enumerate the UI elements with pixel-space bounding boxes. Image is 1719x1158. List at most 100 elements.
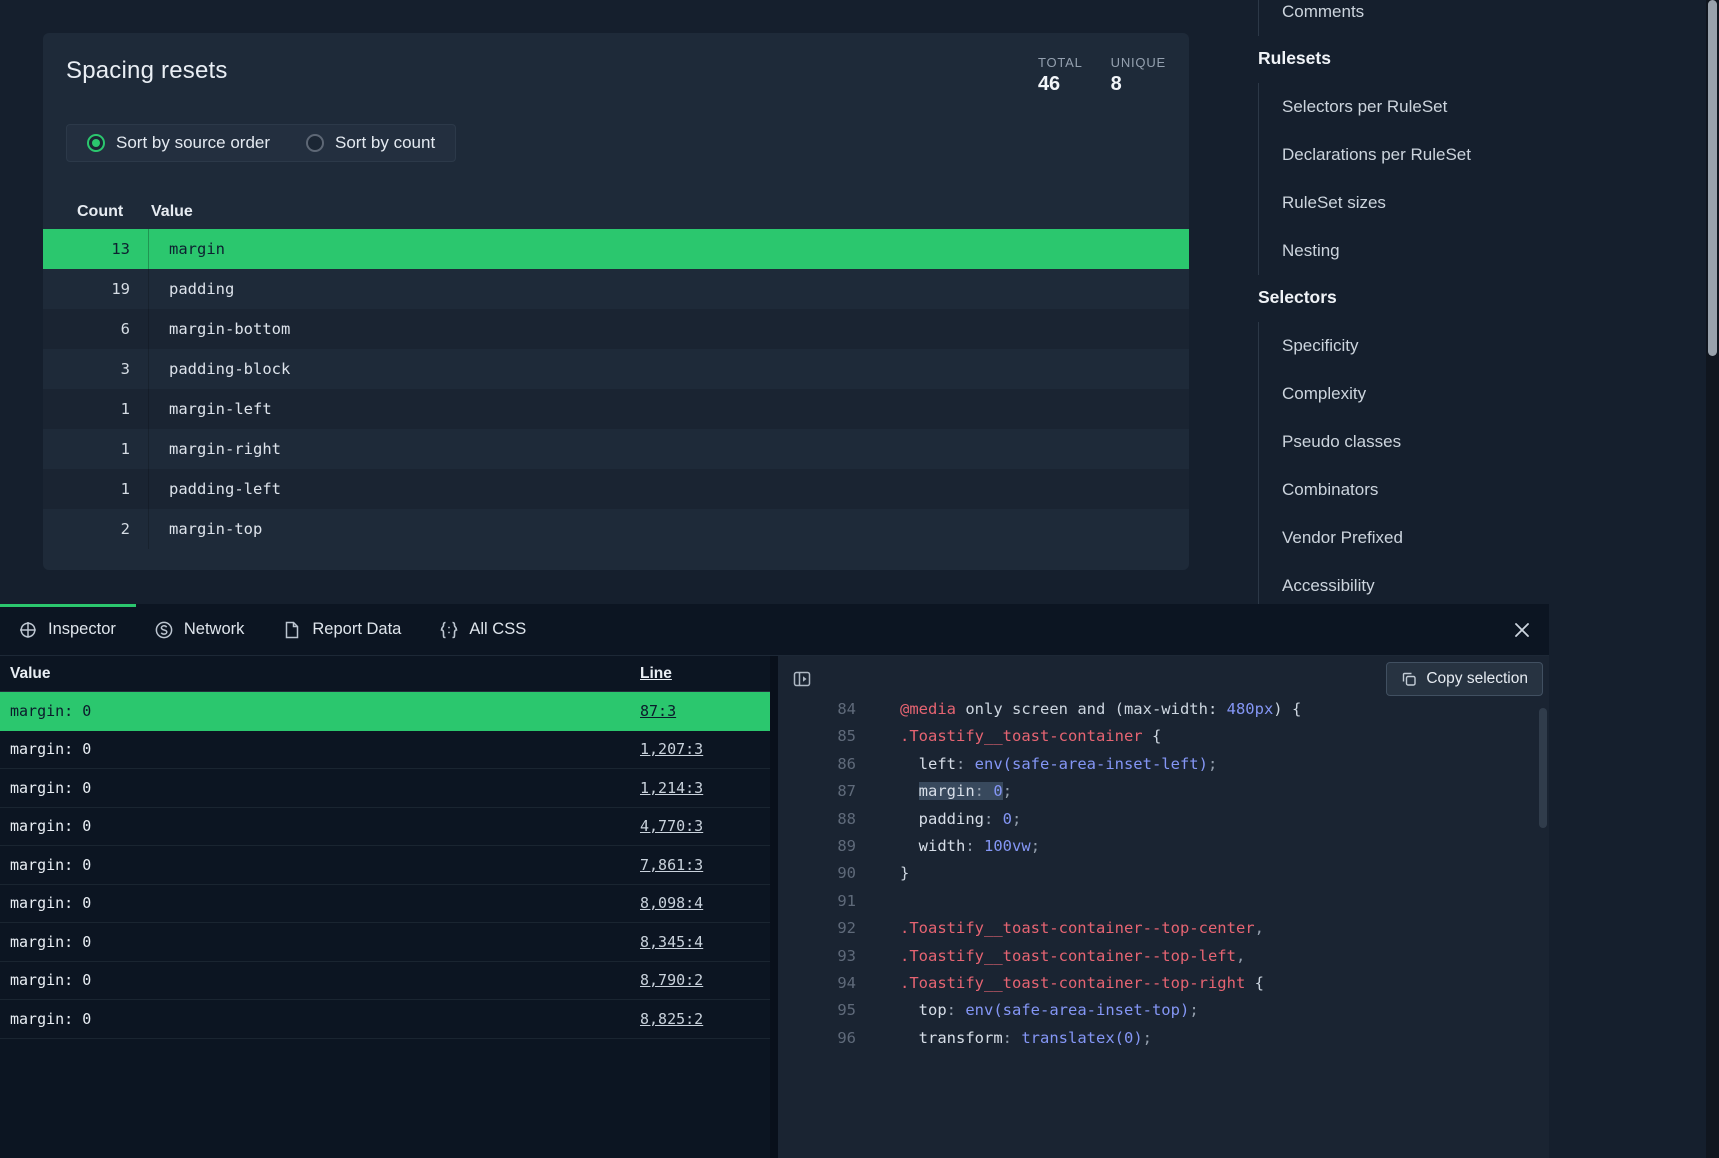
value-row[interactable]: margin: 0 8,790:2 [0,962,770,1001]
panel-tabbar: Inspector Network Report Data Al [0,604,1549,656]
panel-tab[interactable]: Report Data [264,604,421,655]
stat-value: 46 [1038,73,1083,96]
count-cell: 19 [77,280,130,298]
sidebar-entry[interactable]: Selectors [1258,275,1705,322]
value-row[interactable]: margin: 0 8,098:4 [0,885,770,924]
sidebar-entry[interactable]: Pseudo classes [1258,418,1705,466]
line-number: 84 [778,702,856,723]
table-header-row: Count Value [43,195,1189,229]
value-cell: margin [148,229,1189,269]
code-text: left: env(safe-area-inset-left); [900,751,1217,778]
value-cell: margin-right [148,429,1189,469]
panel-tab[interactable]: Inspector [0,604,136,655]
line-number: 89 [778,833,856,860]
value-row[interactable]: margin: 0 4,770:3 [0,808,770,847]
table-body: 13 margin 19 padding 6 margin-bottom [43,229,1189,549]
copy-selection-button[interactable]: Copy selection [1386,662,1543,696]
sidebar-entry[interactable]: Comments [1258,0,1705,36]
line-number: 86 [778,751,856,778]
code-lines: 84 @media only screen and (max-width: 480… [778,702,1537,1052]
pane-resize-handle[interactable] [770,656,778,1158]
value-row[interactable]: margin: 0 1,214:3 [0,769,770,808]
stat-label: UNIQUE [1111,55,1166,70]
value-row[interactable]: margin: 0 1,207:3 [0,731,770,770]
sort-radio-option[interactable]: Sort by count [306,133,435,153]
value-row[interactable]: margin: 0 8,345:4 [0,923,770,962]
sidebar-entry[interactable]: RuleSet sizes [1258,179,1705,227]
code-scrollbar-thumb[interactable] [1539,708,1547,828]
code-line: 96 transform: translatex(0); [778,1025,1537,1052]
line-link[interactable]: 8,098:4 [640,894,703,912]
line-link[interactable]: 8,825:2 [640,1010,703,1028]
value-row[interactable]: margin: 0 7,861:3 [0,846,770,885]
table-row[interactable]: 19 padding [43,269,1189,309]
panel-tab[interactable]: Network [136,604,265,655]
values-value-header: Value [0,665,51,683]
sidebar-entry[interactable]: Rulesets [1258,36,1705,83]
values-pane: Value Line margin: 0 87:3 margin: 0 1,20… [0,656,770,1158]
line-number: 94 [778,970,856,997]
page-scrollbar[interactable] [1706,0,1719,1158]
sidebar-entry[interactable]: Specificity [1258,322,1705,370]
line-link[interactable]: 7,861:3 [640,856,703,874]
line-link[interactable]: 8,790:2 [640,971,703,989]
code-line: 92.Toastify__toast-container--top-center… [778,915,1537,942]
table-row[interactable]: 3 padding-block [43,349,1189,389]
line-link[interactable]: 8,345:4 [640,933,703,951]
code-text: .Toastify__toast-container--top-center, [900,915,1264,942]
tab-label: Inspector [48,620,116,639]
table-row[interactable]: 1 margin-right [43,429,1189,469]
count-cell: 6 [77,320,130,338]
line-cell: 8,098:4 [640,894,770,912]
table-row[interactable]: 6 margin-bottom [43,309,1189,349]
line-link[interactable]: 1,207:3 [640,740,703,758]
sidebar-entry[interactable]: Declarations per RuleSet [1258,131,1705,179]
value-row[interactable]: margin: 0 8,825:2 [0,1000,770,1039]
target-icon [18,620,38,640]
code-scrollbar[interactable] [1537,702,1549,1158]
sidebar-entry[interactable]: Nesting [1258,227,1705,275]
sidebar-entry[interactable]: Vendor Prefixed [1258,514,1705,562]
sort-radio-option[interactable]: Sort by source order [87,133,270,153]
network-icon [154,620,174,640]
line-link[interactable]: 87:3 [640,702,676,720]
count-cell: 13 [77,240,130,258]
code-text: } [900,860,909,887]
values-body: margin: 0 87:3 margin: 0 1,207:3 margin:… [0,692,770,1039]
sidebar-entry[interactable]: Selectors per RuleSet [1258,83,1705,131]
stat: UNIQUE 8 [1111,55,1166,96]
panel-toggle-icon[interactable] [792,669,812,689]
code-line: 87 margin: 0; [778,778,1537,805]
line-number: 87 [778,778,856,805]
code-text: @media only screen and (max-width: 480px… [900,702,1301,723]
value-column-header: Value [130,203,193,221]
sidebar-entry[interactable]: Combinators [1258,466,1705,514]
value-row[interactable]: margin: 0 87:3 [0,692,770,731]
table-row[interactable]: 2 margin-top [43,509,1189,549]
sidebar-entry[interactable]: Accessibility [1258,562,1705,610]
sort-radio-group: Sort by source order Sort by count [66,124,456,162]
sidebar-entry-label: Selectors [1258,287,1337,307]
code-text: margin: 0; [900,778,1012,805]
table-row[interactable]: 13 margin [43,229,1189,269]
table-row[interactable]: 1 padding-left [43,469,1189,509]
values-line-header[interactable]: Line [640,665,770,683]
table-row[interactable]: 1 margin-left [43,389,1189,429]
declaration-text: margin: 0 [0,702,91,720]
code-editor[interactable]: 84 @media only screen and (max-width: 480… [778,702,1537,1158]
page-scrollbar-thumb[interactable] [1708,0,1717,356]
line-number: 85 [778,723,856,750]
copy-icon [1401,671,1417,687]
document-icon [282,620,302,640]
code-line: 95 top: env(safe-area-inset-top); [778,997,1537,1024]
line-link[interactable]: 4,770:3 [640,817,703,835]
panel-tab[interactable]: All CSS [421,604,546,655]
close-panel-button[interactable] [1507,615,1537,645]
card-title: Spacing resets [66,57,228,85]
sidebar-entry[interactable]: Complexity [1258,370,1705,418]
line-link[interactable]: 1,214:3 [640,779,703,797]
copy-selection-label: Copy selection [1426,670,1528,688]
code-line: 84 @media only screen and (max-width: 480… [778,702,1537,723]
code-text: .Toastify__toast-container--top-left, [900,943,1245,970]
sidebar-entry-label: Combinators [1282,480,1378,499]
